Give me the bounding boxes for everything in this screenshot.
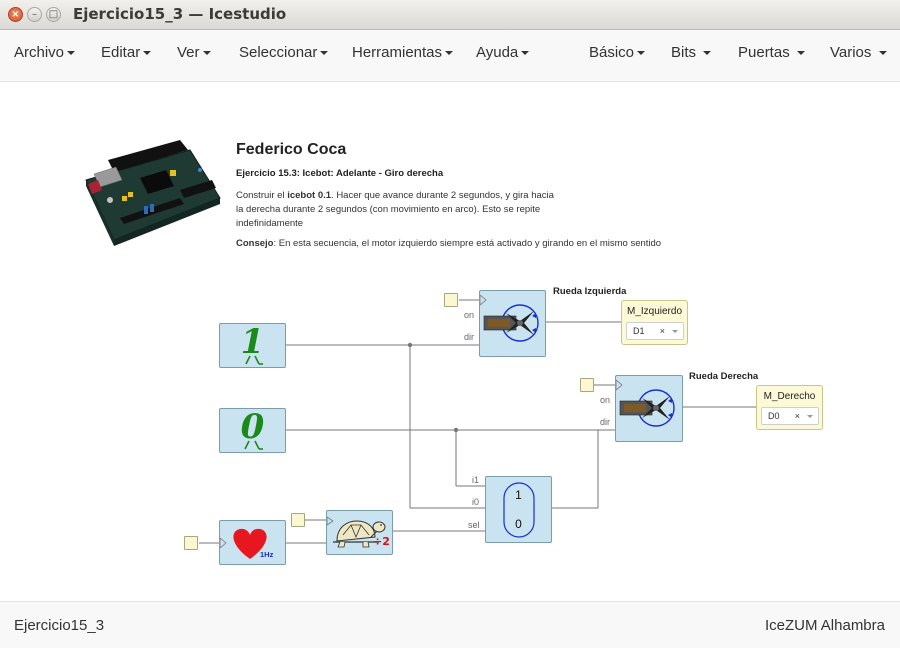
- menu-editar-label: Editar: [101, 44, 141, 61]
- menu-herramientas-label: Herramientas: [352, 44, 443, 61]
- wires-layer: [199, 299, 756, 544]
- menu-varios[interactable]: Varios: [830, 44, 887, 61]
- turtle-divider-block[interactable]: ÷2: [326, 510, 393, 555]
- menu-seleccionar[interactable]: Seleccionar: [239, 44, 329, 61]
- exercise-title: Ejercicio 15.3: Icebot: Adelante - Giro …: [236, 168, 443, 179]
- caret-down-icon: [143, 51, 152, 56]
- left-servo-dir-label: dir: [464, 332, 475, 342]
- constant-one-block[interactable]: 1: [219, 322, 286, 368]
- fpga-board-image: [85, 140, 221, 246]
- menu-basico-label: Básico: [589, 44, 635, 61]
- output-right-pin-select[interactable]: D0 ×: [761, 407, 819, 425]
- heart-clock-block[interactable]: 1Hz: [219, 520, 286, 565]
- exercise-name: : Icebot: Adelante - Giro derecha: [296, 168, 444, 179]
- close-window-button[interactable]: ×: [8, 7, 23, 22]
- heart-input-field[interactable]: [184, 536, 198, 550]
- port-i1-label: i1: [472, 475, 480, 485]
- tip-label: Consejo: [236, 238, 274, 249]
- right-wheel-title: Rueda Derecha: [689, 371, 759, 382]
- desc-bold: icebot 0.1: [287, 190, 332, 201]
- board-name[interactable]: IceZUM Alhambra: [765, 617, 885, 634]
- menu-archivo-label: Archivo: [14, 44, 65, 61]
- wire-junction: [453, 427, 459, 433]
- output-left-pin-value: D1: [633, 326, 645, 336]
- caret-down-icon: [445, 51, 454, 56]
- dropdown-arrow-icon: [672, 330, 678, 333]
- caret-down-icon: [796, 51, 805, 56]
- constant-one-value: 1: [240, 322, 265, 362]
- constant-zero-block[interactable]: 0: [219, 407, 286, 453]
- caret-down-icon: [67, 51, 76, 56]
- divider-label: ÷2: [373, 535, 390, 548]
- menu-ver[interactable]: Ver: [177, 44, 211, 61]
- caret-down-icon: [703, 51, 712, 56]
- heart-frequency-label: 1Hz: [260, 550, 274, 559]
- constant-zero-value: 0: [240, 407, 265, 447]
- caret-down-icon: [637, 51, 646, 56]
- mux-shape-icon: [503, 482, 535, 538]
- menu-bits[interactable]: Bits: [671, 44, 712, 61]
- exercise-description: Construir el icebot 0.1. Hacer que avanc…: [236, 189, 556, 231]
- mux-input-0-label: 0: [515, 517, 522, 531]
- mux-input-1-label: 1: [515, 488, 522, 502]
- menu-puertas-label: Puertas: [738, 44, 790, 61]
- clear-selection-icon[interactable]: ×: [660, 323, 665, 339]
- right-servo-on-label: on: [600, 395, 611, 405]
- output-left-pin-select[interactable]: D1 ×: [626, 322, 684, 340]
- project-name: Ejercicio15_3: [14, 617, 105, 634]
- left-wheel-title: Rueda Izquierda: [553, 286, 627, 297]
- wire-junction: [407, 342, 413, 348]
- output-right-pin-value: D0: [768, 411, 780, 421]
- multiplexer-block[interactable]: 1 0: [485, 476, 552, 543]
- left-servo-input-field[interactable]: [444, 293, 458, 307]
- window-title: Ejercicio15_3 — Icestudio: [73, 5, 287, 23]
- author-name: Federico Coca: [236, 141, 347, 158]
- right-servo-input-field[interactable]: [580, 378, 594, 392]
- output-right-motor-block[interactable]: M_Derecho D0 ×: [756, 385, 823, 430]
- menu-herramientas[interactable]: Herramientas: [352, 44, 454, 61]
- menu-editar[interactable]: Editar: [101, 44, 152, 61]
- menu-ayuda[interactable]: Ayuda: [476, 44, 530, 61]
- left-servo-on-label: on: [464, 310, 475, 320]
- menu-puertas[interactable]: Puertas: [738, 44, 805, 61]
- port-i0-label: i0: [472, 497, 480, 507]
- caret-down-icon: [878, 51, 887, 56]
- right-servo-block[interactable]: [615, 375, 683, 442]
- desc-part-1: Construir el: [236, 190, 288, 201]
- heart-icon: [220, 528, 267, 559]
- right-servo-dir-label: dir: [600, 417, 611, 427]
- window-titlebar: × – □ Ejercicio15_3 — Icestudio: [0, 0, 900, 30]
- divider-input-field[interactable]: [291, 513, 305, 527]
- caret-down-icon: [521, 51, 530, 56]
- menu-varios-label: Varios: [830, 44, 872, 61]
- clear-selection-icon[interactable]: ×: [795, 408, 800, 424]
- dropdown-arrow-icon: [807, 415, 813, 418]
- exercise-number: Ejercicio 15.3: [236, 168, 297, 179]
- output-right-motor-label: M_Derecho: [763, 391, 816, 402]
- menu-ayuda-label: Ayuda: [476, 44, 519, 61]
- menu-ver-label: Ver: [177, 44, 200, 61]
- menu-bar: Archivo Editar Ver Seleccionar Herramien…: [0, 30, 900, 82]
- menu-archivo[interactable]: Archivo: [14, 44, 76, 61]
- servo-motor-icon: [616, 379, 675, 427]
- output-left-motor-label: M_Izquierdo: [626, 306, 683, 317]
- output-left-motor-block[interactable]: M_Izquierdo D1 ×: [621, 300, 688, 345]
- maximize-window-button[interactable]: □: [46, 7, 61, 22]
- menu-bits-label: Bits: [671, 44, 697, 61]
- tip-content: : En esta secuencia, el motor izquierdo …: [273, 238, 662, 249]
- caret-down-icon: [202, 51, 211, 56]
- caret-down-icon: [320, 51, 329, 56]
- port-sel-label: sel: [468, 520, 480, 530]
- tip-text: Consejo: En esta secuencia, el motor izq…: [236, 238, 661, 249]
- menu-seleccionar-label: Seleccionar: [239, 44, 318, 61]
- left-servo-block[interactable]: [479, 290, 546, 357]
- menu-basico[interactable]: Básico: [589, 44, 646, 61]
- status-footer: Ejercicio15_3 IceZUM Alhambra: [0, 601, 900, 648]
- servo-motor-icon: [480, 294, 539, 342]
- minimize-window-button[interactable]: –: [27, 7, 42, 22]
